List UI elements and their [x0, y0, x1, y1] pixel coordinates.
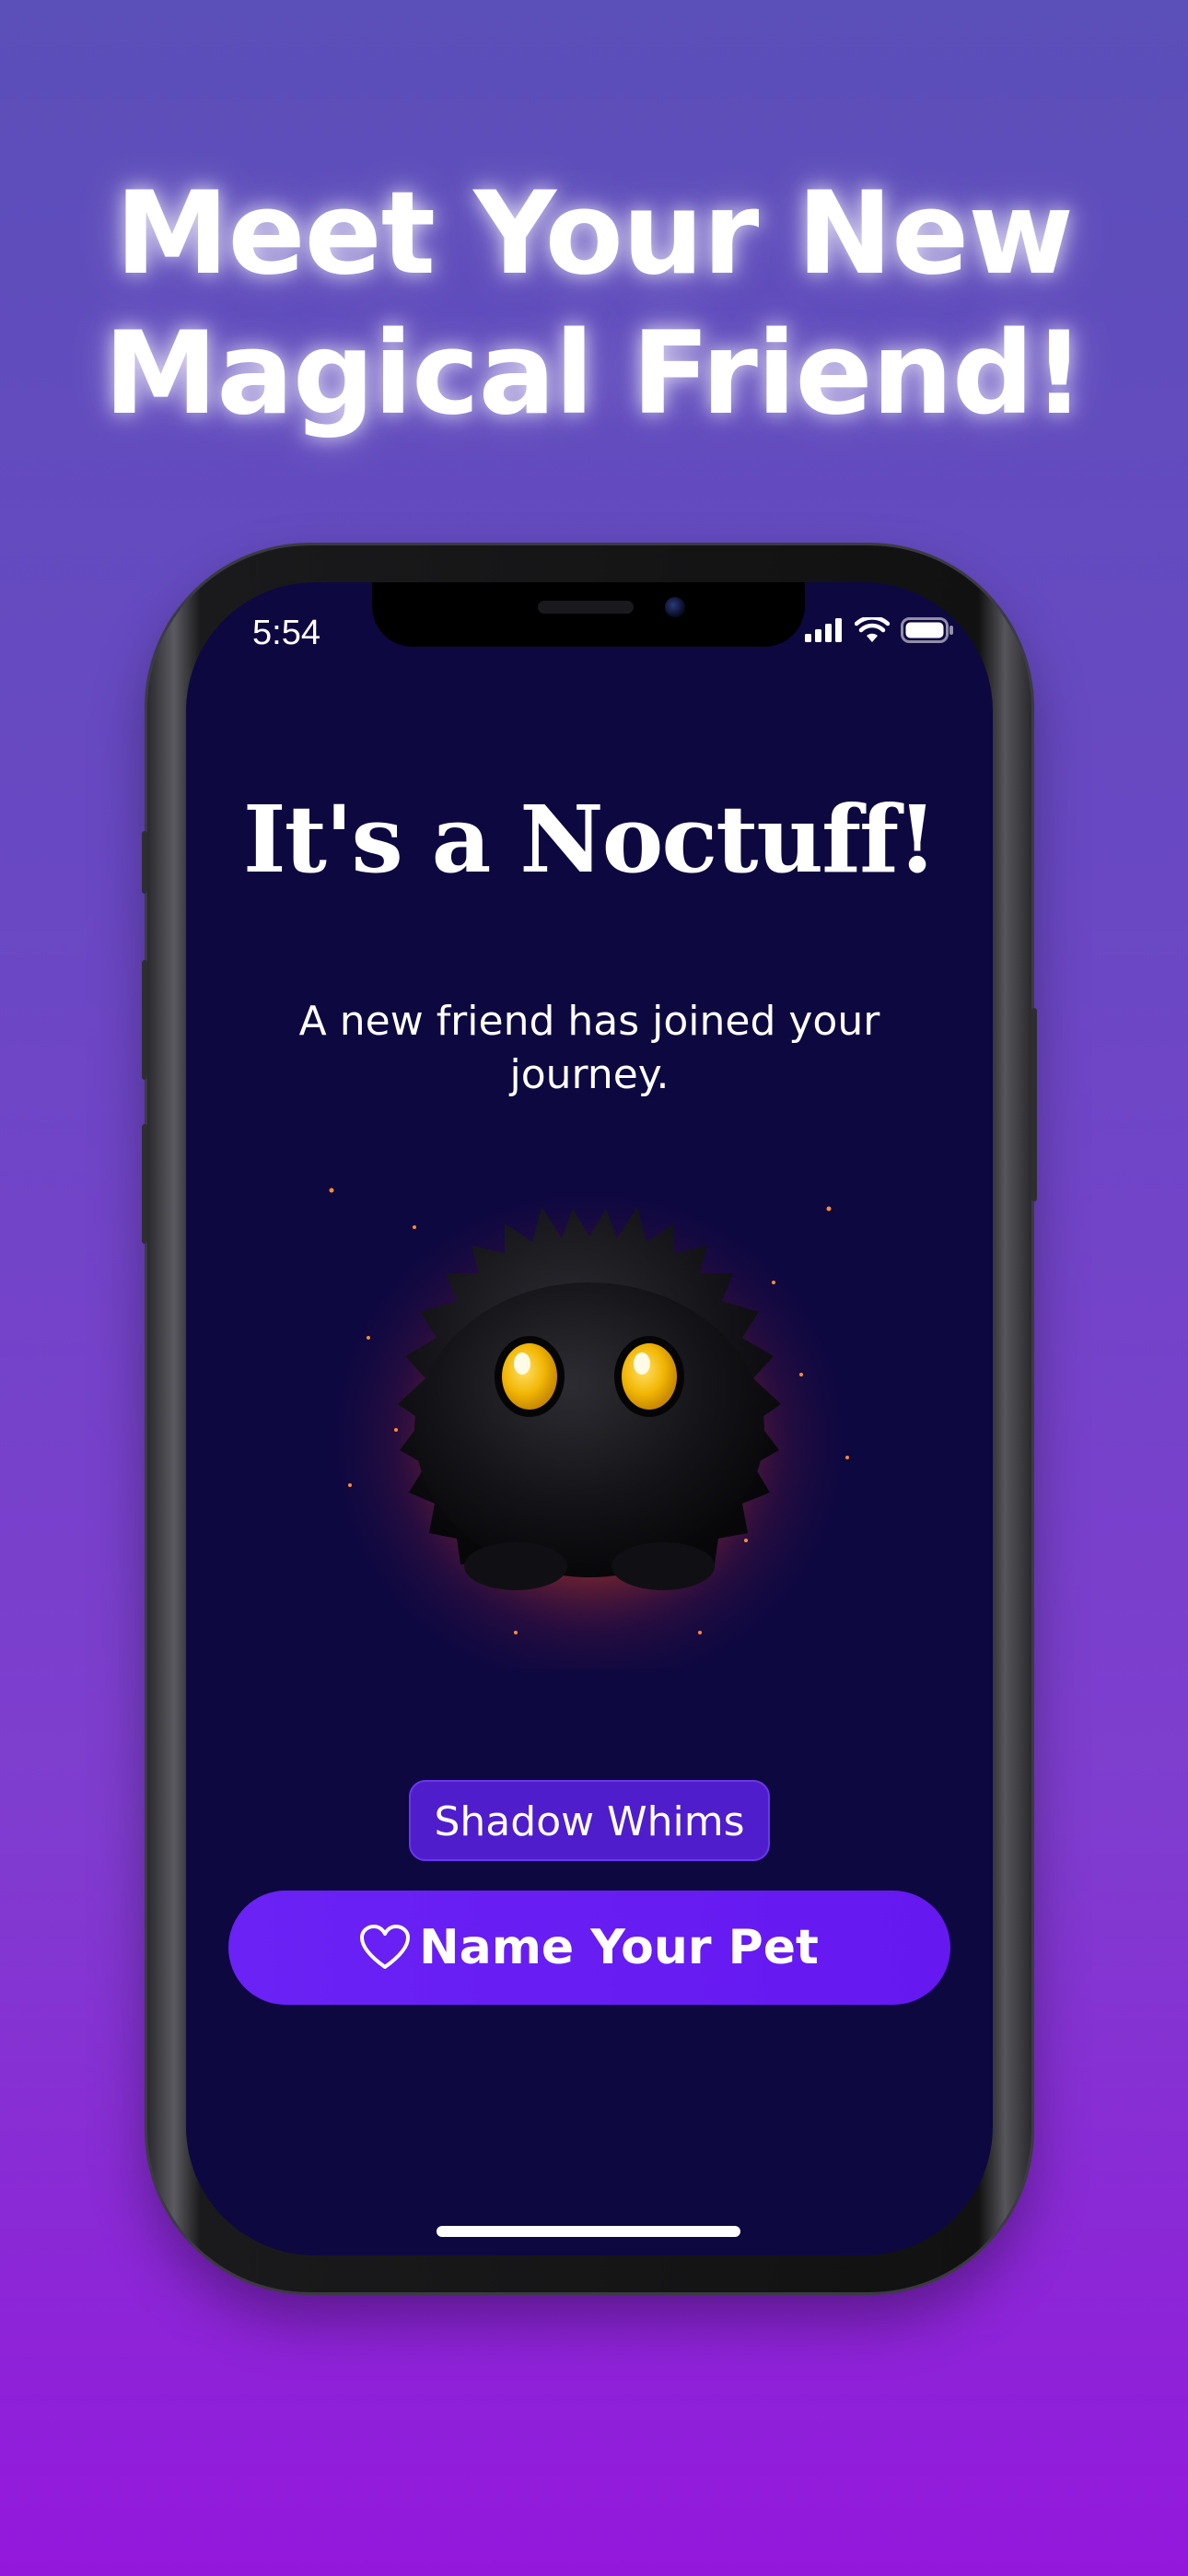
battery-icon	[901, 617, 953, 643]
pet-type-badge: Shadow Whims	[409, 1780, 770, 1861]
reveal-subtitle: A new friend has joined your journey.	[298, 998, 880, 1098]
phone-frame: 5:54 It's a Noctuff! A new friend has jo…	[142, 545, 1037, 2292]
phone-screen: 5:54 It's a Noctuff! A new friend has jo…	[186, 582, 993, 2255]
name-your-pet-button[interactable]: Name Your Pet	[228, 1891, 950, 2005]
name-your-pet-label: Name Your Pet	[419, 1920, 819, 1975]
status-time: 5:54	[252, 614, 320, 652]
volume-down-button	[142, 1124, 147, 1244]
headline-line-2: Magical Friend!	[103, 308, 1085, 440]
heart-outline-icon	[360, 1925, 411, 1969]
pet-illustration	[313, 1163, 866, 1669]
home-indicator[interactable]	[437, 2226, 740, 2237]
action-button	[142, 831, 147, 894]
cellular-signal-icon	[805, 618, 842, 642]
status-icons	[805, 617, 954, 643]
volume-up-button	[142, 960, 147, 1080]
wifi-icon	[855, 617, 890, 642]
notch	[372, 582, 805, 647]
power-button	[1031, 1008, 1037, 1201]
reveal-title: It's a Noctuff!	[242, 785, 938, 894]
speaker-grille	[538, 601, 634, 614]
promo-headline: Meet Your New Magical Friend!	[0, 164, 1188, 444]
front-camera	[665, 597, 685, 617]
headline-line-1: Meet Your New	[115, 168, 1074, 300]
